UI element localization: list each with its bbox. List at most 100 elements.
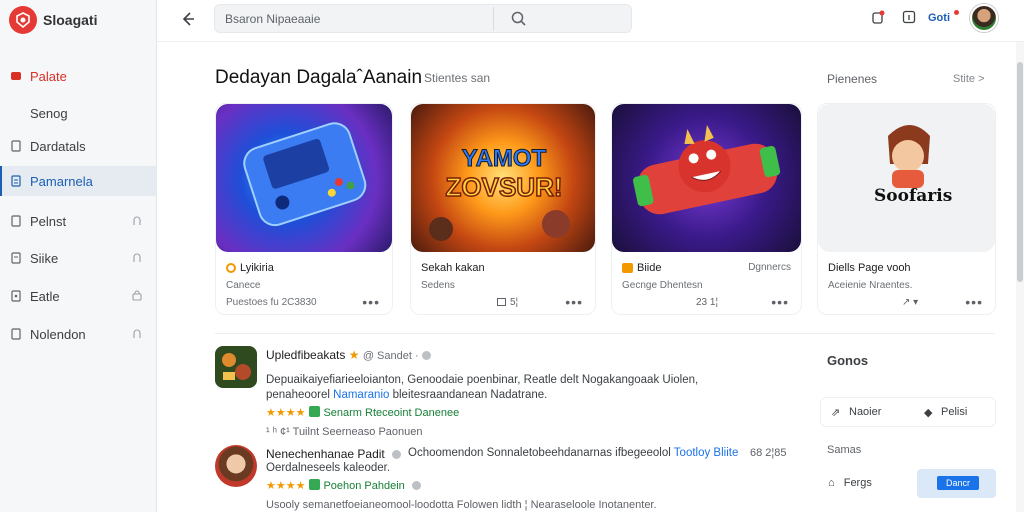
back-arrow-icon[interactable] [177,9,197,29]
search-input[interactable]: Bsaron Nipaeaaie [225,12,320,26]
sidebar-item-label: Palate [30,68,67,84]
sidebar-item-palate[interactable]: Palate [0,61,157,91]
section-right-label: Pienenes [827,72,878,86]
pin-icon[interactable]: ⇗ [831,406,840,419]
section-title: Dedayan DagalaˆAanain [215,67,423,88]
section-subtitle: Stientes san [424,71,491,85]
list-item[interactable]: Nenechenhanae Padit Ochoomendon Sonnalet… [215,445,805,512]
card-title: Biide [622,262,661,274]
list-icon [10,175,22,187]
avatar [215,445,257,487]
scrollbar-thumb[interactable] [1017,62,1023,282]
svg-text:ZOVSUR!: ZOVSUR! [446,172,563,202]
svg-text:YAMOT: YAMOT [462,145,547,172]
more-options-icon[interactable]: ••• [771,294,789,310]
sidebar-item-dardatals[interactable]: Dardatals [0,131,157,161]
card-subtitle: Aceienie Nraentes. [828,280,913,291]
card-thumbnail: Soofaris [818,104,995,252]
user-label[interactable]: Goti [928,12,950,24]
edit-icon: ⌂ [828,477,835,489]
card-title: Diells Page vooh [828,262,911,274]
search-divider [493,7,494,31]
doc-icon [10,252,22,264]
rating-stars: ★★★★ Poehon Pahdein [266,479,421,492]
sidebar-item-pamarnela[interactable]: Pamarnela [0,166,157,196]
list-item[interactable]: Upledfibeakats ★ @ Sandet · Depuaikaiyef… [215,346,805,438]
list-item-side: 68 2¦85 [750,447,787,459]
lock-icon [131,251,143,263]
app-card[interactable]: Lyikiria Canece Puestoes fu 2C3830 ••• [215,103,393,315]
more-options-icon[interactable]: ••• [565,294,583,310]
tag-icon[interactable]: ◆ [924,406,932,419]
doc-icon [10,290,22,302]
link-text[interactable]: Namaranio [333,389,389,401]
brand-name: Sloagati [43,12,98,28]
card-thumb-text: Soofaris [874,186,953,206]
panel-action-right[interactable]: Pelisi [941,406,967,418]
card-right-label: Dgnnercs [748,262,791,273]
link-text[interactable]: Tootloy Bliite [674,447,739,459]
check-icon [392,450,402,459]
doc-icon [10,140,22,152]
share-icon[interactable]: ↗ ▾ [902,297,918,308]
more-options-icon[interactable]: ••• [362,294,380,310]
list-item-title: Nenechenhanae Padit [266,447,402,461]
info-icon[interactable] [902,10,916,24]
primary-button-label: Dancr [937,476,979,490]
ring-icon [226,263,236,273]
avatar[interactable] [970,4,998,32]
panel-actions: ⇗ Naoier ◆ Pelisi [820,397,996,427]
sidebar-item-label: Siike [30,250,59,266]
scrollbar[interactable] [1016,42,1024,512]
monster-illustration [633,124,781,215]
card-title: Sekah kakan [421,262,485,274]
app-icon [215,346,257,388]
brand-logo-icon [9,6,37,34]
sidebar-item-eatle[interactable]: Eatle [0,281,157,311]
sidebar: Sloagati Palate Senog Dardatals Pamarnel… [0,0,157,512]
check-icon [411,481,421,490]
search-bar[interactable]: Bsaron Nipaeaaie [214,4,632,33]
list-item-meta: ¹ ʰ ¢¹ Tuilnt Seerneaso Paonuen [266,426,423,438]
app-card[interactable]: YAMOT ZOVSUR! Sekah kakan Sedens 5¦ ••• [410,103,596,315]
square-icon [10,70,22,82]
card-count: 5¦ [497,297,518,308]
sidebar-item-label: Senog [30,105,68,121]
sidebar-item-label: Nolendon [30,326,86,342]
panel-action-left[interactable]: Naoier [849,406,881,418]
game-art-illustration: YAMOT ZOVSUR! [429,145,570,241]
gamepad-illustration [243,122,367,227]
card-count: 23 1¦ [696,297,719,308]
notification-icon[interactable] [871,10,885,24]
topbar: Bsaron Nipaeaaie Goti [157,0,1024,42]
sidebar-item-pelnst[interactable]: Pelnst [0,206,157,236]
sidebar-item-senog[interactable]: Senog [0,98,157,128]
rating-stars: ★★★★ Senarm Rteceoint Danenee [266,406,460,419]
sidebar-item-siike[interactable]: Siike [0,243,157,273]
see-more-link[interactable]: Stite > [953,73,985,85]
brand[interactable]: Sloagati [9,6,97,34]
list-item-description-2: Oerdalneseels kaleoder. [266,462,391,474]
list-item-title: Upledfibeakats ★ @ Sandet · [266,348,431,362]
card-thumbnail [216,104,392,252]
lock-icon [131,327,143,339]
sidebar-item-label: Pelnst [30,213,67,229]
primary-button[interactable]: Dancr [917,469,996,498]
sidebar-item-nolendon[interactable]: Nolendon [0,319,157,349]
more-options-icon[interactable]: ••• [965,294,983,310]
panel-section-label: Samas [827,444,862,456]
app-card[interactable]: Soofaris Diells Page vooh Aceienie Nraen… [817,103,996,315]
search-icon[interactable] [510,10,528,28]
app-card[interactable]: Biide Dgnnercs Gecnge Dhentesn 23 1¦ ••• [611,103,802,315]
card-title: Lyikiria [226,262,274,274]
panel-title: Gonos [827,353,869,368]
sidebar-item-label: Pamarnela [30,173,93,189]
green-badge-icon [309,406,321,417]
list-item-description: Ochoomendon Sonnaletobeehdanarnas ifbege… [408,447,739,459]
doc-icon [10,328,22,340]
panel-figs[interactable]: ⌂ Fergs [828,477,872,489]
game-icon [622,263,633,273]
image-icon [497,298,506,306]
card-subtitle: Canece [226,280,261,291]
divider [215,333,995,334]
